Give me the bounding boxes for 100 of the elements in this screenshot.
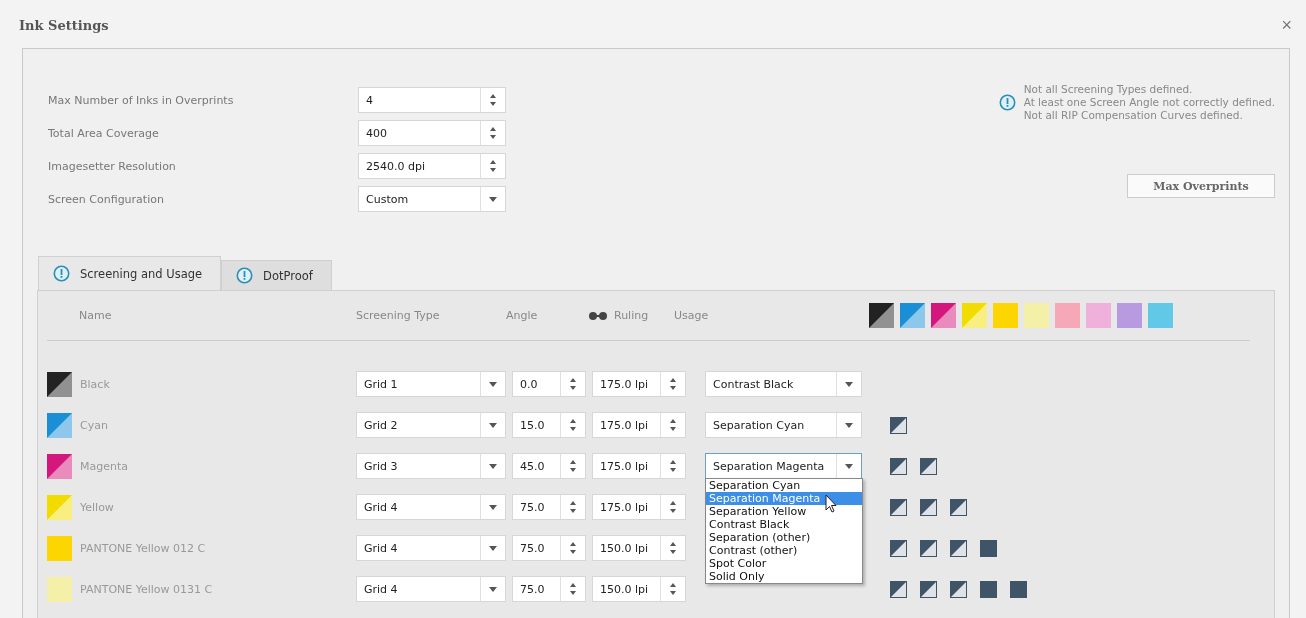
window-title: Ink Settings xyxy=(19,17,109,33)
spin-field[interactable]: 75.0 xyxy=(512,576,586,602)
overprint-icon xyxy=(920,457,937,475)
ink-name: Cyan xyxy=(80,418,108,432)
spin-field[interactable]: 4 xyxy=(358,87,506,113)
spin-field[interactable]: 175.0 lpi xyxy=(592,453,686,479)
spin-arrows-icon[interactable] xyxy=(489,159,497,173)
spin-arrows-icon[interactable] xyxy=(489,126,497,140)
ink-name: Yellow xyxy=(80,500,114,514)
menu-item[interactable]: Contrast (other) xyxy=(706,544,862,557)
spin-arrows-icon[interactable] xyxy=(569,500,577,514)
select-field[interactable]: Grid 4 xyxy=(356,535,506,561)
spin-arrows-icon[interactable] xyxy=(569,377,577,391)
spin-field[interactable]: 175.0 lpi xyxy=(592,371,686,397)
ink-name: Black xyxy=(80,377,110,391)
select-field[interactable]: Separation Cyan xyxy=(705,412,862,438)
spin-arrows-icon[interactable] xyxy=(669,500,677,514)
warning-icon xyxy=(53,265,70,282)
spin-field[interactable]: 175.0 lpi xyxy=(592,494,686,520)
overprint-icon xyxy=(920,498,937,516)
caret-icon xyxy=(489,381,497,387)
spin-arrows-icon[interactable] xyxy=(669,541,677,555)
menu-item[interactable]: Solid Only xyxy=(706,570,862,583)
caret-icon xyxy=(845,463,853,469)
spin-field[interactable]: 75.0 xyxy=(512,494,586,520)
ink-name: Magenta xyxy=(80,459,128,473)
caret-icon xyxy=(489,196,497,202)
spin-arrows-icon[interactable] xyxy=(669,459,677,473)
column-header: Screening Type xyxy=(356,309,441,322)
spin-arrows-icon[interactable] xyxy=(569,418,577,432)
spin-arrows-icon[interactable] xyxy=(669,582,677,596)
column-header: Usage xyxy=(674,309,710,322)
select-field[interactable]: Custom xyxy=(358,186,506,212)
overprint-icon xyxy=(980,539,997,557)
caret-icon xyxy=(489,545,497,551)
tab[interactable]: Screening and Usage xyxy=(38,256,222,290)
tab[interactable]: DotProof xyxy=(221,260,332,290)
select-field[interactable]: Grid 2 xyxy=(356,412,506,438)
overprint-icon xyxy=(890,539,907,557)
spin-field[interactable]: 15.0 xyxy=(512,412,586,438)
caret-icon xyxy=(489,463,497,469)
menu-item[interactable]: Separation Cyan xyxy=(706,479,862,492)
ink-name: PANTONE Yellow 0131 C xyxy=(80,582,213,596)
overprint-icon xyxy=(950,498,967,516)
select-field[interactable]: Grid 4 xyxy=(356,494,506,520)
spin-field[interactable]: 2540.0 dpi xyxy=(358,153,506,179)
warning-text: Not all Screening Types defined. xyxy=(1023,83,1194,96)
overprint-icon xyxy=(950,580,967,598)
ruling-icon xyxy=(588,309,608,322)
column-header: Name xyxy=(79,309,113,322)
spin-arrows-icon[interactable] xyxy=(489,93,497,107)
menu-item[interactable]: Contrast Black xyxy=(706,518,862,531)
overprint-icon xyxy=(890,457,907,475)
ink-name: PANTONE Yellow 012 C xyxy=(80,541,206,555)
warning-text: Not all RIP Compensation Curves defined. xyxy=(1023,109,1244,122)
spin-arrows-icon[interactable] xyxy=(669,377,677,391)
spin-field[interactable]: 150.0 lpi xyxy=(592,576,686,602)
setting-label: Imagesetter Resolution xyxy=(48,159,177,173)
menu-item[interactable]: Separation (other) xyxy=(706,531,862,544)
select-field[interactable]: Grid 1 xyxy=(356,371,506,397)
max-overprints-button[interactable]: Max Overprints xyxy=(1127,174,1275,198)
caret-icon xyxy=(489,586,497,592)
setting-label: Total Area Coverage xyxy=(48,126,160,140)
overprint-icon xyxy=(890,498,907,516)
overprint-icon xyxy=(890,416,907,434)
caret-icon xyxy=(845,422,853,428)
overprint-icon xyxy=(890,580,907,598)
warning-text: At least one Screen Angle not correctly defined. xyxy=(1023,96,1275,109)
overprint-icon xyxy=(980,580,997,598)
caret-icon xyxy=(489,422,497,428)
warning-icon xyxy=(998,94,1016,111)
setting-label: Screen Configuration xyxy=(48,192,165,206)
select-field[interactable]: Contrast Black xyxy=(705,371,862,397)
spin-arrows-icon[interactable] xyxy=(569,459,577,473)
warning-icon xyxy=(236,267,254,284)
spin-field[interactable]: 175.0 lpi xyxy=(592,412,686,438)
spin-field[interactable]: 75.0 xyxy=(512,535,586,561)
menu-item[interactable]: Separation Yellow xyxy=(706,505,862,518)
menu-item[interactable]: Spot Color xyxy=(706,557,862,570)
column-header: Ruling xyxy=(614,309,650,322)
select-field[interactable]: Separation Magenta xyxy=(705,453,862,479)
overprint-icon xyxy=(920,539,937,557)
spin-field[interactable]: 45.0 xyxy=(512,453,586,479)
setting-label: Max Number of Inks in Overprints xyxy=(48,93,235,107)
spin-field[interactable]: 0.0 xyxy=(512,371,586,397)
overprint-icon xyxy=(1010,580,1027,598)
overprint-icon xyxy=(950,539,967,557)
spin-field[interactable]: 150.0 lpi xyxy=(592,535,686,561)
select-field[interactable]: Grid 3 xyxy=(356,453,506,479)
column-header: Angle xyxy=(506,309,539,322)
spin-field[interactable]: 400 xyxy=(358,120,506,146)
spin-arrows-icon[interactable] xyxy=(569,541,577,555)
spin-arrows-icon[interactable] xyxy=(569,582,577,596)
caret-icon xyxy=(845,381,853,387)
select-field[interactable]: Grid 4 xyxy=(356,576,506,602)
close-button[interactable]: × xyxy=(1281,14,1292,36)
caret-icon xyxy=(489,504,497,510)
overprint-icon xyxy=(920,580,937,598)
spin-arrows-icon[interactable] xyxy=(669,418,677,432)
cursor-icon xyxy=(825,494,837,513)
